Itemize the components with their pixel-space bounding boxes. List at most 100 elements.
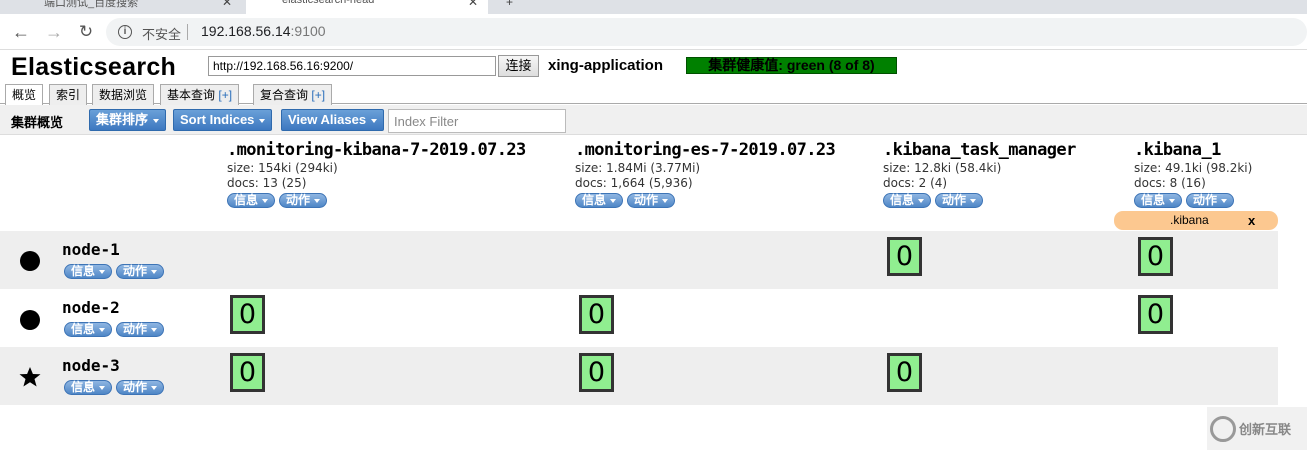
shard-box[interactable]: 0 [230, 353, 265, 392]
reload-icon[interactable]: ↻ [75, 21, 97, 43]
index-header: .kibana_1 size: 49.1ki (98.2ki) docs: 8 … [1134, 140, 1252, 208]
index-name: .kibana_task_manager [883, 140, 1076, 160]
index-header: .monitoring-es-7-2019.07.23 size: 1.84Mi… [575, 140, 836, 208]
shard-box[interactable]: 0 [1138, 237, 1173, 276]
browser-tab-title: 端口测试_百度搜索 [44, 0, 139, 9]
watermark: 创新互联 [1207, 407, 1307, 450]
index-docs: docs: 13 (25) [227, 176, 307, 190]
omnibox[interactable]: i 不安全 192.168.56.14:9100 [106, 18, 1307, 46]
chevron-down-icon [151, 385, 158, 390]
app-tab-bar: 概览 索引 数据浏览 基本查询 [+] 复合查询 [+] [0, 82, 1307, 106]
node-row: node-1 信息 动作 0 0 [0, 231, 1278, 289]
insecure-label: 不安全 [142, 27, 182, 42]
shard-box[interactable]: 0 [579, 295, 614, 334]
chevron-down-icon [371, 118, 378, 123]
chevron-down-icon [99, 385, 106, 390]
sort-indices-button[interactable]: Sort Indices [173, 109, 273, 131]
browser-tab[interactable]: 端口测试_百度搜索 ✕ [0, 0, 240, 14]
node-action-button[interactable]: 动作 [116, 322, 165, 337]
circle-icon [20, 251, 40, 271]
chevron-down-icon [151, 327, 158, 332]
chevron-down-icon [1221, 198, 1228, 203]
shard-box[interactable]: 0 [887, 353, 922, 392]
index-action-button[interactable]: 动作 [935, 193, 984, 208]
shard-box[interactable]: 0 [887, 237, 922, 276]
node-row: node-2 信息 动作 0 0 0 [0, 289, 1278, 347]
chevron-down-icon [970, 198, 977, 203]
node-name: node-2 [62, 298, 120, 317]
index-size: size: 154ki (294ki) [227, 161, 338, 175]
forward-icon[interactable]: → [43, 21, 65, 43]
alias-name: .kibana [1170, 213, 1209, 227]
tab-basic-query[interactable]: 基本查询 [+] [160, 84, 240, 105]
index-action-button[interactable]: 动作 [627, 193, 676, 208]
index-docs: docs: 8 (16) [1134, 176, 1206, 190]
close-icon[interactable]: x [1248, 211, 1255, 230]
index-info-button[interactable]: 信息 [1134, 193, 1183, 208]
index-info-button[interactable]: 信息 [575, 193, 624, 208]
close-icon[interactable]: ✕ [468, 0, 478, 9]
connect-button[interactable]: 连接 [498, 55, 539, 77]
back-icon[interactable]: ← [10, 21, 32, 43]
browser-tab-title: elasticsearch-head [282, 0, 375, 6]
browser-tab-strip: 端口测试_百度搜索 ✕ elasticsearch-head ✕ + [0, 0, 1307, 14]
node-name: node-3 [62, 356, 120, 375]
view-aliases-button[interactable]: View Aliases [281, 109, 385, 131]
connect-url-input[interactable] [208, 56, 496, 76]
info-icon[interactable]: i [118, 25, 132, 39]
chevron-down-icon [259, 118, 266, 123]
overview-toolbar: 集群概览 集群排序 Sort Indices View Aliases [0, 105, 1307, 135]
tab-overview[interactable]: 概览 [5, 84, 44, 106]
watermark-text: 创新互联 [1239, 422, 1292, 437]
cluster-name: xing-application [548, 57, 664, 74]
address-bar: ← → ↻ i 不安全 192.168.56.14:9100 [0, 14, 1307, 50]
chevron-down-icon [314, 198, 321, 203]
index-action-button[interactable]: 动作 [279, 193, 328, 208]
node-info-button[interactable]: 信息 [64, 380, 113, 395]
star-icon [19, 367, 41, 387]
app-title: Elasticsearch [11, 53, 177, 81]
node-row: node-3 信息 动作 0 0 0 [0, 347, 1278, 405]
alias-tag: .kibana x [1114, 211, 1278, 230]
node-info-button[interactable]: 信息 [64, 264, 113, 279]
index-size: size: 12.8ki (58.4ki) [883, 161, 1002, 175]
chevron-down-icon [99, 269, 106, 274]
divider [187, 24, 188, 40]
circle-icon [20, 310, 40, 330]
chevron-down-icon [262, 198, 269, 203]
shard-box[interactable]: 0 [1138, 295, 1173, 334]
index-size: size: 49.1ki (98.2ki) [1134, 161, 1253, 175]
index-action-button[interactable]: 动作 [1186, 193, 1235, 208]
index-docs: docs: 1,664 (5,936) [575, 176, 693, 190]
node-name: node-1 [62, 240, 120, 259]
close-icon[interactable]: ✕ [222, 0, 232, 9]
index-header: .kibana_task_manager size: 12.8ki (58.4k… [883, 140, 1076, 208]
index-name: .monitoring-es-7-2019.07.23 [575, 140, 836, 160]
new-tab-icon[interactable]: + [506, 0, 513, 9]
chevron-down-icon [662, 198, 669, 203]
url-text[interactable]: 192.168.56.14:9100 [201, 23, 326, 39]
logo-icon [1210, 416, 1236, 442]
cluster-sort-button[interactable]: 集群排序 [89, 109, 167, 131]
tab-indices[interactable]: 索引 [49, 84, 88, 105]
chevron-down-icon [153, 118, 160, 123]
browser-tab-active[interactable]: elasticsearch-head ✕ [246, 0, 488, 14]
tab-browser[interactable]: 数据浏览 [92, 84, 155, 105]
chevron-down-icon [610, 198, 617, 203]
index-info-button[interactable]: 信息 [883, 193, 932, 208]
chevron-down-icon [1169, 198, 1176, 203]
shard-box[interactable]: 0 [230, 295, 265, 334]
toolbar-label: 集群概览 [11, 115, 64, 130]
index-size: size: 1.84Mi (3.77Mi) [575, 161, 701, 175]
index-filter-input[interactable] [388, 109, 566, 133]
chevron-down-icon [99, 327, 106, 332]
cluster-health-badge: 集群健康值: green (8 of 8) [686, 57, 897, 74]
node-action-button[interactable]: 动作 [116, 380, 165, 395]
shard-box[interactable]: 0 [579, 353, 614, 392]
index-docs: docs: 2 (4) [883, 176, 948, 190]
node-action-button[interactable]: 动作 [116, 264, 165, 279]
node-info-button[interactable]: 信息 [64, 322, 113, 337]
index-info-button[interactable]: 信息 [227, 193, 276, 208]
tab-compound-query[interactable]: 复合查询 [+] [253, 84, 333, 105]
chevron-down-icon [151, 269, 158, 274]
